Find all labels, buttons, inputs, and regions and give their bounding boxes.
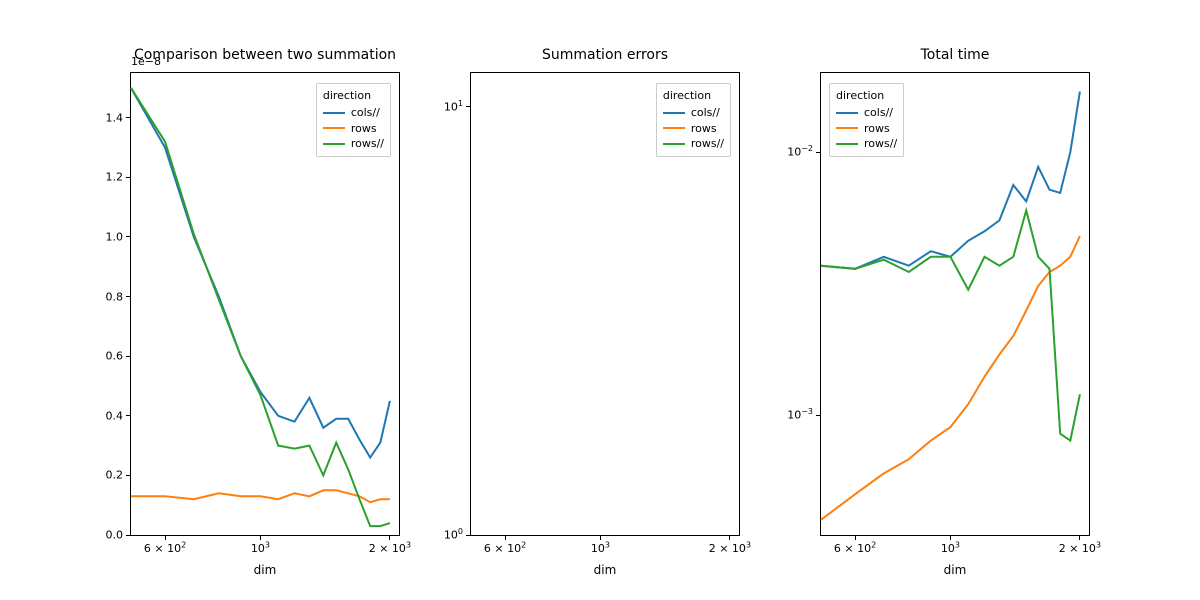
- legend-label: cols//: [691, 105, 720, 120]
- y-tick-label: 101: [444, 100, 463, 113]
- y-tick-mark: [126, 475, 131, 476]
- legend-label: rows: [864, 121, 890, 136]
- y-tick-mark: [126, 177, 131, 178]
- legend-label: rows//: [691, 136, 724, 151]
- x-axis-label: dim: [131, 563, 399, 577]
- x-tick-mark: [729, 535, 730, 540]
- legend-title: direction: [323, 88, 384, 103]
- legend-swatch-cols_par: [663, 112, 685, 114]
- legend-label: cols//: [351, 105, 380, 120]
- legend: direction cols//rowsrows//: [316, 83, 391, 157]
- legend-label: rows: [691, 121, 717, 136]
- series-rows: [821, 236, 1080, 520]
- y-tick-label: 0.2: [106, 469, 124, 482]
- panel-title: Summation errors: [471, 47, 739, 63]
- legend-item-rows: rows: [663, 121, 724, 136]
- y-tick-label: 0.0: [106, 529, 124, 542]
- legend-swatch-rows: [663, 127, 685, 129]
- legend-label: rows//: [351, 136, 384, 151]
- x-tick-label: 2 × 103: [369, 542, 411, 555]
- y-tick-label: 1.2: [106, 171, 124, 184]
- x-tick-mark: [855, 535, 856, 540]
- x-tick-label: 6 × 102: [484, 542, 526, 555]
- x-axis-label: dim: [821, 563, 1089, 577]
- y-tick-label: 0.4: [106, 409, 124, 422]
- panel-time: Total time dim 6 × 1021032 × 10310−310−2…: [820, 72, 1090, 536]
- legend-swatch-cols_par: [323, 112, 345, 114]
- y-tick-label: 0.8: [106, 290, 124, 303]
- x-tick-mark: [260, 535, 261, 540]
- figure: Comparison between two summation 1e−8 di…: [0, 0, 1200, 600]
- x-axis-label: dim: [471, 563, 739, 577]
- legend-swatch-cols_par: [836, 112, 858, 114]
- legend-swatch-rows_par: [663, 143, 685, 145]
- x-tick-label: 2 × 103: [1059, 542, 1101, 555]
- y-tick-label: 0.6: [106, 350, 124, 363]
- legend: direction cols//rowsrows//: [829, 83, 904, 157]
- y-tick-mark: [466, 106, 471, 107]
- y-tick-mark: [126, 415, 131, 416]
- x-tick-label: 6 × 102: [144, 542, 186, 555]
- legend-label: cols//: [864, 105, 893, 120]
- legend-item-rows_par: rows//: [836, 136, 897, 151]
- y-tick-mark: [126, 117, 131, 118]
- y-tick-mark: [466, 535, 471, 536]
- y-tick-label: 10−2: [787, 146, 813, 159]
- legend: direction cols//rowsrows//: [656, 83, 731, 157]
- series-rows: [131, 490, 390, 502]
- y-tick-label: 10−3: [787, 409, 813, 422]
- legend-item-cols_par: cols//: [663, 105, 724, 120]
- x-tick-mark: [389, 535, 390, 540]
- x-tick-mark: [950, 535, 951, 540]
- legend-title: direction: [663, 88, 724, 103]
- legend-label: rows: [351, 121, 377, 136]
- x-tick-label: 103: [251, 542, 270, 555]
- x-tick-mark: [600, 535, 601, 540]
- legend-item-rows_par: rows//: [663, 136, 724, 151]
- x-tick-label: 103: [591, 542, 610, 555]
- x-tick-mark: [165, 535, 166, 540]
- panel-comparison: Comparison between two summation 1e−8 di…: [130, 72, 400, 536]
- legend-swatch-rows_par: [323, 143, 345, 145]
- panel-errors: Summation errors dim 6 × 1021032 × 10310…: [470, 72, 740, 536]
- panel-title: Total time: [821, 47, 1089, 63]
- legend-item-rows: rows: [836, 121, 897, 136]
- legend-label: rows//: [864, 136, 897, 151]
- legend-item-rows_par: rows//: [323, 136, 384, 151]
- x-tick-mark: [505, 535, 506, 540]
- series-rows_par: [821, 211, 1080, 441]
- y-tick-mark: [816, 415, 821, 416]
- y-scale-note: 1e−8: [131, 55, 161, 68]
- x-tick-mark: [1079, 535, 1080, 540]
- legend-swatch-rows: [323, 127, 345, 129]
- x-tick-label: 2 × 103: [709, 542, 751, 555]
- y-tick-mark: [126, 356, 131, 357]
- panel-title: Comparison between two summation: [131, 47, 399, 63]
- legend-item-cols_par: cols//: [323, 105, 384, 120]
- x-tick-label: 103: [941, 542, 960, 555]
- y-tick-mark: [816, 152, 821, 153]
- y-tick-mark: [126, 236, 131, 237]
- y-tick-label: 1.0: [106, 230, 124, 243]
- x-tick-label: 6 × 102: [834, 542, 876, 555]
- legend-swatch-rows: [836, 127, 858, 129]
- y-tick-label: 1.4: [106, 111, 124, 124]
- legend-item-rows: rows: [323, 121, 384, 136]
- legend-item-cols_par: cols//: [836, 105, 897, 120]
- y-tick-mark: [126, 296, 131, 297]
- legend-swatch-rows_par: [836, 143, 858, 145]
- legend-title: direction: [836, 88, 897, 103]
- y-tick-mark: [126, 535, 131, 536]
- y-tick-label: 100: [444, 529, 463, 542]
